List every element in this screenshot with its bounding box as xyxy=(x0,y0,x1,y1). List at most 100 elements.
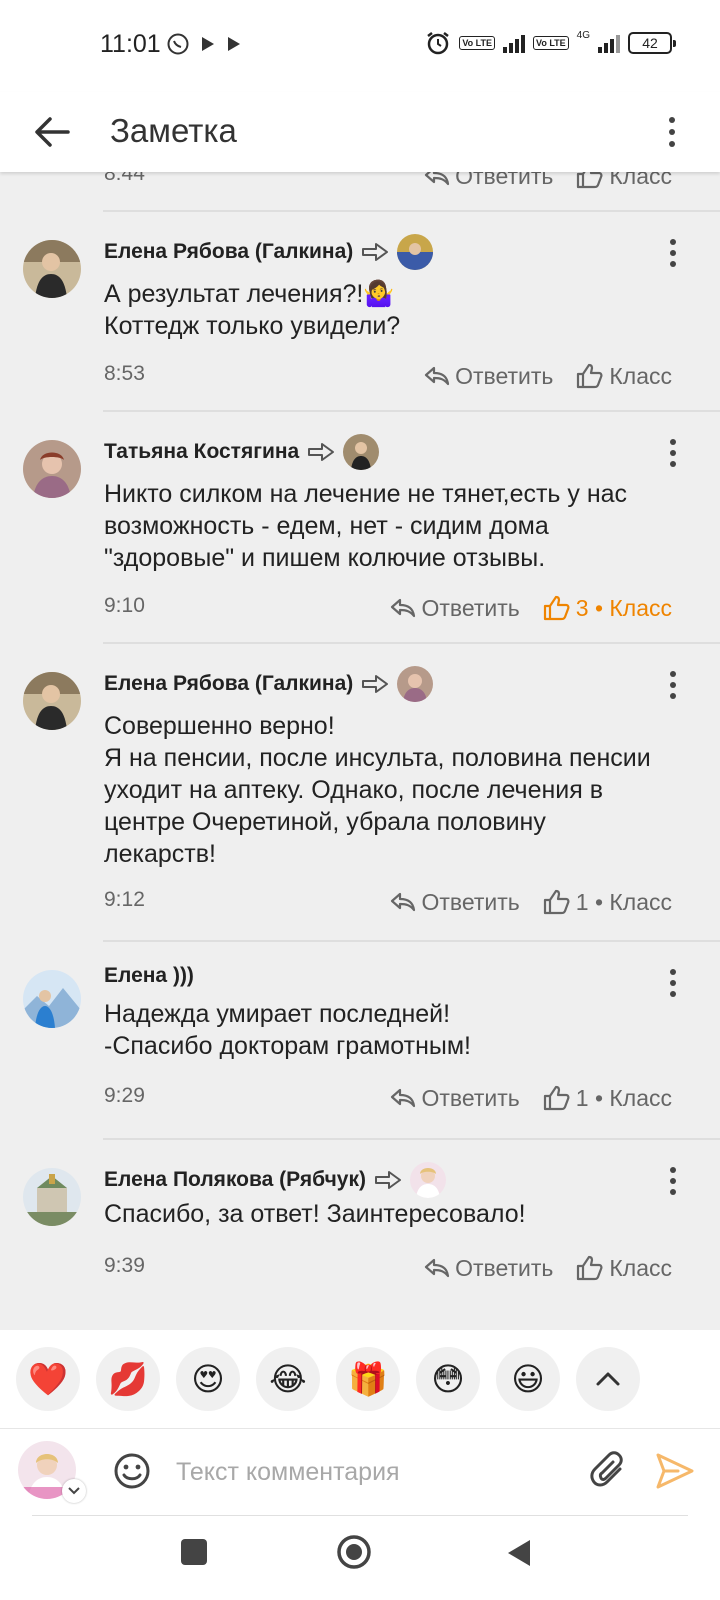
chevron-up-icon xyxy=(596,1372,620,1386)
comment-more-button[interactable] xyxy=(666,236,680,270)
send-icon xyxy=(656,1453,694,1489)
reply-to-avatar[interactable] xyxy=(397,234,434,270)
dot-icon xyxy=(669,117,675,123)
comment-time: 9:10 xyxy=(104,594,145,617)
reply-to-avatar[interactable] xyxy=(343,434,380,470)
alarm-icon xyxy=(427,32,450,55)
avatar[interactable] xyxy=(23,240,81,298)
comment-input[interactable] xyxy=(176,1451,566,1493)
dot-icon xyxy=(670,991,676,997)
volte-badge: Vo LTE xyxy=(459,36,495,50)
more-options-button[interactable] xyxy=(662,104,682,160)
dot-icon xyxy=(670,250,676,256)
comment-text: Совершенно верно! Я на пенсии, после инс… xyxy=(104,712,651,868)
dot-icon xyxy=(670,450,676,456)
reply-icon xyxy=(391,598,416,618)
thumbs-up-icon xyxy=(577,1255,603,1281)
reply-button[interactable]: Ответить xyxy=(423,1255,553,1282)
reply-to-avatar[interactable] xyxy=(409,1162,446,1198)
like-button[interactable]: Класс xyxy=(575,172,672,190)
reaction-gift[interactable]: 🎁 xyxy=(336,1347,400,1411)
thumbs-up-icon xyxy=(543,1085,570,1111)
avatar[interactable] xyxy=(23,1168,81,1226)
comment-actions: Ответить 1 • Класс xyxy=(389,1084,672,1112)
reaction-heart-eyes[interactable]: 😍 xyxy=(176,1347,240,1411)
author-line: Елена Рябова (Галкина) xyxy=(104,666,434,702)
author-name[interactable]: Елена Рябова (Галкина) xyxy=(104,240,353,264)
dot-icon xyxy=(670,261,676,267)
comment-more-button[interactable] xyxy=(666,436,680,470)
expand-reactions-button[interactable] xyxy=(576,1347,640,1411)
account-switch-button[interactable] xyxy=(62,1479,86,1503)
comment-text: А результат лечения?!🤷‍♀️ Коттедж только… xyxy=(104,280,401,340)
signal-icon xyxy=(502,33,525,53)
reply-to-avatar[interactable] xyxy=(397,666,434,702)
like-button[interactable]: 1 • Класс xyxy=(542,1084,672,1112)
comment-text: Никто силком на лечение не тянет,есть у … xyxy=(104,480,628,572)
avatar[interactable] xyxy=(23,440,81,498)
thumbs-up-icon xyxy=(543,889,570,915)
comment-time: 9:29 xyxy=(104,1084,145,1107)
comment-more-button[interactable] xyxy=(666,668,680,702)
like-button[interactable]: Класс xyxy=(575,1254,672,1282)
author-name[interactable]: Елена Рябова (Галкина) xyxy=(104,672,353,696)
chevron-down-icon xyxy=(68,1487,80,1495)
status-time: 11:01 xyxy=(100,30,161,58)
battery-icon: 42 xyxy=(628,32,676,54)
home-button[interactable] xyxy=(336,1534,372,1575)
send-button[interactable] xyxy=(652,1449,696,1493)
comment-more-button[interactable] xyxy=(666,966,680,1000)
reaction-flushed[interactable]: 😳 xyxy=(416,1347,480,1411)
back-button[interactable] xyxy=(28,108,76,156)
reply-arrow-icon xyxy=(362,675,389,693)
arrow-left-icon xyxy=(35,117,70,147)
divider xyxy=(103,410,720,412)
home-circle-icon xyxy=(337,1535,371,1569)
avatar[interactable] xyxy=(23,672,81,730)
reply-button[interactable]: Ответить xyxy=(423,172,553,190)
reaction-laugh[interactable]: 😂 xyxy=(256,1347,320,1411)
comment-more-button[interactable] xyxy=(666,1164,680,1198)
emoji-button[interactable] xyxy=(112,1451,152,1491)
dot-icon xyxy=(669,129,675,135)
author-name[interactable]: Елена Полякова (Рябчук) xyxy=(104,1168,366,1192)
comment-actions: Ответить Класс xyxy=(423,172,672,190)
comment-time: 8:53 xyxy=(104,362,145,385)
reply-button[interactable]: Ответить xyxy=(389,889,520,916)
recents-button[interactable] xyxy=(180,1538,208,1571)
comment-text: Спасибо, за ответ! Заинтересовало! xyxy=(104,1200,526,1228)
author-name[interactable]: Елена ))) xyxy=(104,964,194,988)
dot-icon xyxy=(670,693,676,699)
reply-arrow-icon xyxy=(374,1171,401,1189)
avatar[interactable] xyxy=(23,970,81,1028)
reply-button[interactable]: Ответить xyxy=(389,1085,520,1112)
reply-icon xyxy=(391,892,416,912)
like-button[interactable]: 3 • Класс xyxy=(542,594,672,622)
reply-button[interactable]: Ответить xyxy=(423,363,553,390)
reply-icon xyxy=(424,366,450,386)
reaction-kiss[interactable]: 💋 xyxy=(96,1347,160,1411)
page-title: Заметка xyxy=(110,112,237,149)
reaction-smile[interactable]: 😃 xyxy=(496,1347,560,1411)
play-icon xyxy=(202,37,214,51)
dot-icon xyxy=(670,1189,676,1195)
comment-actions: Ответить 3 • Класс xyxy=(389,594,672,622)
dot-icon xyxy=(670,969,676,975)
comment-partial: 8:44 Ответить Класс xyxy=(0,172,720,212)
comment-time: 9:39 xyxy=(104,1254,145,1277)
nav-back-button[interactable] xyxy=(506,1538,532,1573)
comments-feed[interactable]: 8:44 Ответить Класс Елена Рябова (Галкин… xyxy=(0,172,720,1330)
reaction-heart[interactable]: ❤️ xyxy=(16,1347,80,1411)
play-icon-2 xyxy=(228,37,240,51)
author-name[interactable]: Татьяна Костягина xyxy=(104,440,299,464)
square-icon xyxy=(181,1539,207,1565)
dot-icon xyxy=(670,682,676,688)
status-left-icons xyxy=(166,32,242,56)
divider xyxy=(103,642,720,644)
author-line: Елена Рябова (Галкина) xyxy=(104,234,434,270)
reply-button[interactable]: Ответить xyxy=(389,595,520,622)
author-line: Елена Полякова (Рябчук) xyxy=(104,1162,446,1198)
like-button[interactable]: Класс xyxy=(575,362,672,390)
attach-button[interactable] xyxy=(590,1451,630,1491)
like-button[interactable]: 1 • Класс xyxy=(542,888,672,916)
